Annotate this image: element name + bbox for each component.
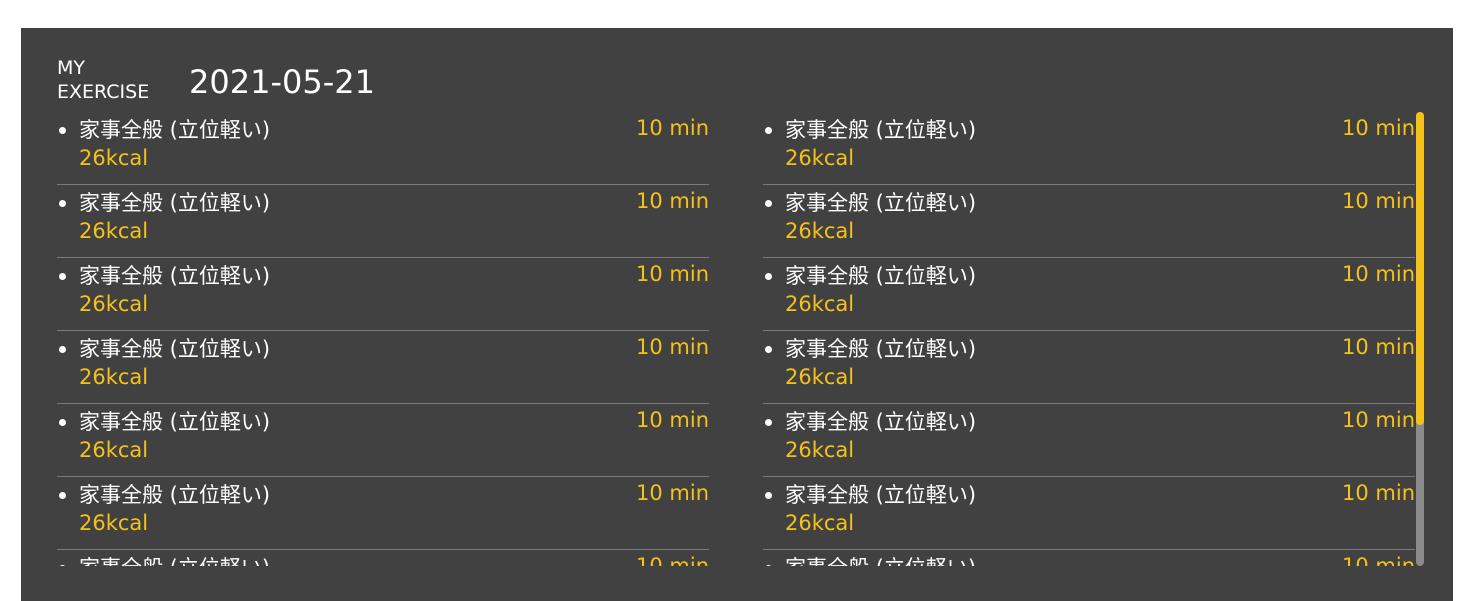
exercise-list-item[interactable]: 家事全般 (立位軽い) 26kcal 10 min (57, 404, 709, 477)
bullet-icon (59, 200, 66, 207)
bullet-icon (765, 200, 772, 207)
bullet-icon (765, 492, 772, 499)
scrollbar-track[interactable] (1416, 112, 1424, 566)
exercise-calories: 26kcal (79, 292, 149, 316)
exercise-calories: 26kcal (79, 219, 149, 243)
bullet-icon (59, 273, 66, 280)
exercise-list-item[interactable]: 家事全般 (立位軽い) 26kcal 10 min (763, 258, 1415, 331)
exercise-column-left: 家事全般 (立位軽い) 26kcal 10 min 家事全般 (立位軽い) 26… (57, 112, 709, 566)
exercise-duration: 10 min (1342, 262, 1415, 286)
exercise-list-item[interactable]: 家事全般 (立位軽い) 26kcal 10 min (763, 331, 1415, 404)
exercise-name: 家事全般 (立位軽い) (79, 118, 271, 142)
exercise-name: 家事全般 (立位軽い) (79, 264, 271, 288)
section-label-line2: EXERCISE (57, 81, 150, 103)
bullet-icon (765, 346, 772, 353)
exercise-name: 家事全般 (立位軽い) (785, 554, 976, 566)
exercise-calories: 26kcal (79, 365, 149, 389)
exercise-list-item[interactable]: 家事全般 (立位軽い) 26kcal 10 min (57, 550, 709, 566)
exercise-name: 家事全般 (立位軽い) (79, 191, 271, 215)
exercise-list[interactable]: 家事全般 (立位軽い) 26kcal 10 min 家事全般 (立位軽い) 26… (57, 112, 1419, 566)
exercise-name: 家事全般 (立位軽い) (79, 337, 271, 361)
exercise-name: 家事全般 (立位軽い) (785, 337, 977, 361)
exercise-name: 家事全般 (立位軽い) (785, 191, 977, 215)
exercise-calories: 26kcal (785, 438, 855, 462)
exercise-duration: 10 min (1342, 408, 1415, 432)
exercise-calories: 26kcal (79, 438, 149, 462)
bullet-icon (765, 127, 772, 134)
exercise-duration: 10 min (636, 335, 709, 359)
exercise-calories: 26kcal (785, 292, 855, 316)
exercise-duration: 10 min (1342, 481, 1415, 505)
exercise-calories: 26kcal (79, 146, 149, 170)
exercise-list-item[interactable]: 家事全般 (立位軽い) 26kcal 10 min (763, 185, 1415, 258)
exercise-name: 家事全般 (立位軽い) (785, 118, 977, 142)
exercise-list-item[interactable]: 家事全般 (立位軽い) 26kcal 10 min (57, 112, 709, 185)
bullet-icon (59, 565, 66, 566)
section-label: MY EXERCISE (57, 56, 177, 104)
bullet-icon (59, 346, 66, 353)
exercise-list-item[interactable]: 家事全般 (立位軽い) 26kcal 10 min (763, 112, 1415, 185)
exercise-calories: 26kcal (785, 365, 855, 389)
exercise-list-item[interactable]: 家事全般 (立位軽い) 26kcal 10 min (763, 477, 1415, 550)
exercise-date: 2021-05-21 (189, 63, 375, 101)
exercise-panel: MY EXERCISE 2021-05-21 家事全般 (立位軽い) 26kca… (21, 28, 1453, 601)
exercise-duration: 10 min (1342, 189, 1415, 213)
exercise-duration: 10 min (636, 481, 709, 505)
exercise-list-item[interactable]: 家事全般 (立位軽い) 26kcal 10 min (763, 550, 1415, 566)
exercise-calories: 26kcal (785, 219, 855, 243)
exercise-list-item[interactable]: 家事全般 (立位軽い) 26kcal 10 min (57, 331, 709, 404)
exercise-name: 家事全般 (立位軽い) (785, 410, 977, 434)
bullet-icon (765, 419, 772, 426)
exercise-name: 家事全般 (立位軽い) (79, 483, 271, 507)
exercise-list-item[interactable]: 家事全般 (立位軽い) 26kcal 10 min (57, 185, 709, 258)
exercise-name: 家事全般 (立位軽い) (785, 483, 977, 507)
exercise-calories: 26kcal (785, 511, 855, 535)
exercise-duration: 10 min (636, 408, 709, 432)
section-label-line1: MY (57, 57, 85, 79)
bullet-icon (59, 127, 66, 134)
exercise-duration: 10 min (636, 262, 709, 286)
exercise-calories: 26kcal (785, 146, 855, 170)
exercise-name: 家事全般 (立位軽い) (785, 264, 977, 288)
exercise-name: 家事全般 (立位軽い) (79, 410, 271, 434)
exercise-duration: 10 min (636, 554, 709, 566)
exercise-list-item[interactable]: 家事全般 (立位軽い) 26kcal 10 min (763, 404, 1415, 477)
exercise-duration: 10 min (636, 189, 709, 213)
exercise-duration: 10 min (1342, 116, 1415, 140)
bullet-icon (765, 565, 772, 566)
scrollbar-thumb[interactable] (1416, 112, 1424, 425)
exercise-column-right: 家事全般 (立位軽い) 26kcal 10 min 家事全般 (立位軽い) 26… (763, 112, 1415, 566)
exercise-list-item[interactable]: 家事全般 (立位軽い) 26kcal 10 min (57, 477, 709, 550)
bullet-icon (765, 273, 772, 280)
bullet-icon (59, 419, 66, 426)
exercise-duration: 10 min (1342, 554, 1415, 566)
exercise-calories: 26kcal (79, 511, 149, 535)
exercise-duration: 10 min (1342, 335, 1415, 359)
exercise-duration: 10 min (636, 116, 709, 140)
exercise-name: 家事全般 (立位軽い) (79, 554, 270, 566)
exercise-list-item[interactable]: 家事全般 (立位軽い) 26kcal 10 min (57, 258, 709, 331)
bullet-icon (59, 492, 66, 499)
